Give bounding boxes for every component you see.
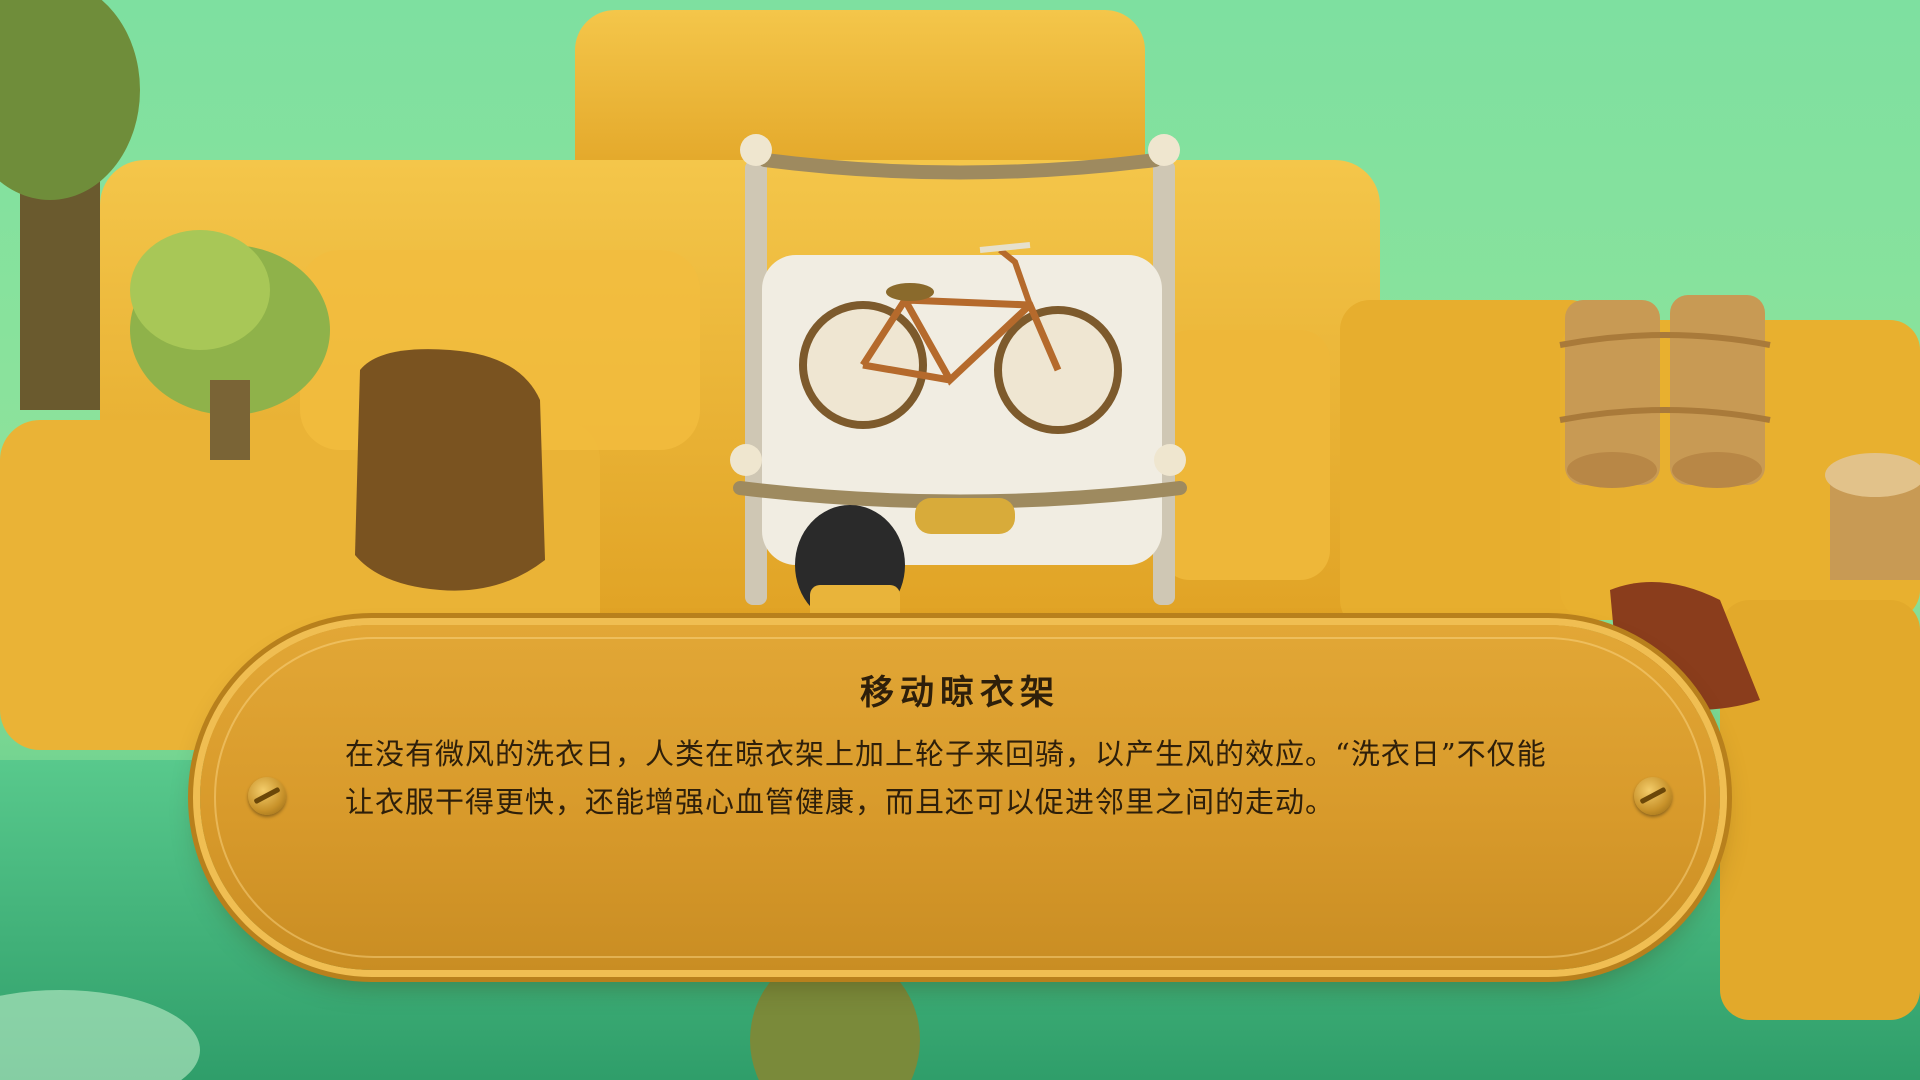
screw-icon bbox=[248, 777, 286, 815]
player-character bbox=[795, 505, 905, 625]
item-description: 在没有微风的洗衣日，人类在晾衣架上加上轮子来回骑，以产生风的效应。“洗衣日”不仅… bbox=[345, 737, 1547, 819]
item-title: 移动晾衣架 bbox=[860, 673, 1060, 713]
tree-stump bbox=[1825, 453, 1920, 580]
rock bbox=[355, 349, 545, 591]
screw-icon bbox=[1634, 777, 1672, 815]
item-description-plaque: 移动晾衣架 在没有微风的洗衣日，人类在晾衣架上加上轮子来回骑，以产生风的效应。“… bbox=[200, 625, 1720, 970]
